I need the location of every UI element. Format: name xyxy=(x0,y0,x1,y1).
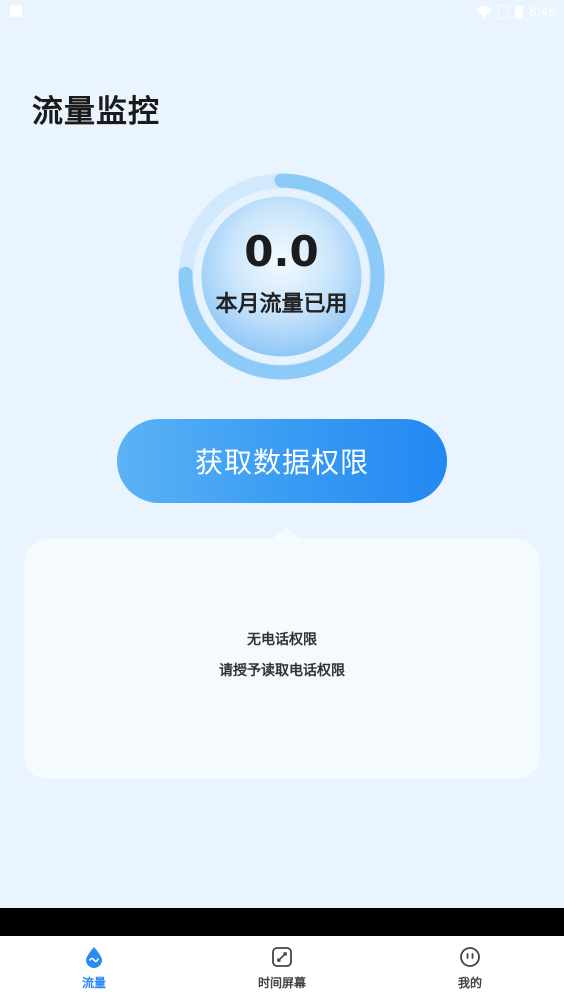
grant-phone-permission-text: 请授予读取电话权限 xyxy=(219,663,345,679)
nav-label-profile: 我的 xyxy=(457,976,482,990)
no-phone-permission-text: 无电话权限 xyxy=(247,632,317,648)
sim-icon xyxy=(498,5,510,19)
gauge-label: 本月流量已用 xyxy=(215,292,348,317)
notification-icon xyxy=(10,5,22,17)
nav-label-screen-time: 时间屏幕 xyxy=(257,976,306,990)
status-bar: 8:46 xyxy=(0,0,564,24)
wifi-icon xyxy=(476,6,493,18)
card-notch xyxy=(270,527,302,541)
bottom-nav: 流量 时间屏幕 我的 xyxy=(0,936,564,1002)
screen-time-icon xyxy=(271,946,293,968)
status-time: 8:46 xyxy=(529,5,556,19)
gauge-value: 0.0 xyxy=(244,227,319,276)
profile-face-icon xyxy=(459,946,481,968)
nav-label-traffic: 流量 xyxy=(81,976,106,990)
system-bar xyxy=(0,908,564,936)
permission-info-card: 无电话权限 请授予读取电话权限 xyxy=(24,527,540,779)
traffic-drop-icon xyxy=(83,946,105,968)
get-data-permission-button[interactable]: 获取数据权限 xyxy=(117,419,447,503)
page-title: 流量监控 xyxy=(32,94,160,130)
nav-item-traffic[interactable]: 流量 xyxy=(0,936,188,1002)
usage-gauge: 0.0 本月流量已用 xyxy=(178,173,385,380)
nav-item-profile[interactable]: 我的 xyxy=(376,936,564,1002)
nav-item-screen-time[interactable]: 时间屏幕 xyxy=(188,936,376,1002)
battery-icon xyxy=(515,5,524,19)
status-right: 8:46 xyxy=(476,3,556,21)
